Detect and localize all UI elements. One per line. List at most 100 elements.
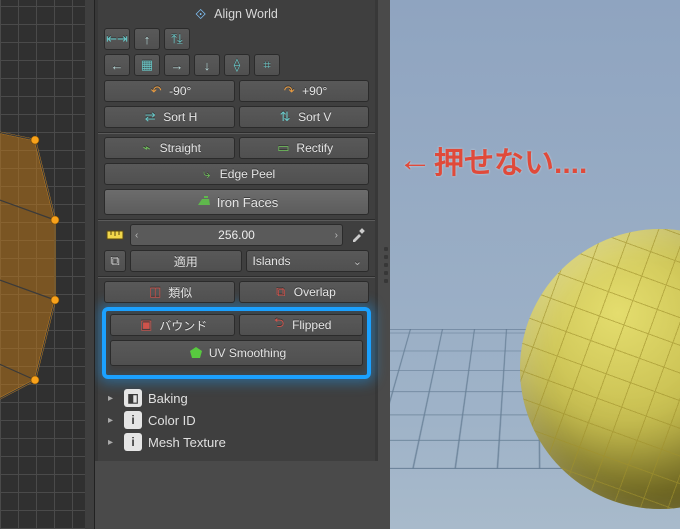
rotate-cw-icon: ↷: [280, 82, 298, 100]
flipped-icon: ⮌: [270, 316, 288, 334]
chevron-down-icon: ⌄: [353, 255, 362, 268]
tree-item-mesh-texture[interactable]: ▸ i Mesh Texture: [108, 431, 369, 453]
align-extra-2-button[interactable]: ⌗: [254, 54, 280, 76]
rotate-cw-button[interactable]: ↷ +90°: [239, 80, 370, 102]
rotate-cw-label: +90°: [302, 84, 327, 98]
flipped-button[interactable]: ⮌ Flipped: [239, 314, 364, 336]
uv-smoothing-button[interactable]: UV Smoothing: [110, 340, 363, 366]
sort-h-label: Sort H: [163, 110, 197, 124]
check-row-1: ◫ 類似 ⧉ Overlap: [104, 281, 369, 303]
flipped-label: Flipped: [292, 318, 331, 332]
edge-peel-label: Edge Peel: [220, 167, 275, 181]
align-dist-h-button[interactable]: ⇤⇥: [104, 28, 130, 50]
baking-icon: ◧: [124, 389, 142, 407]
iron-faces-row: Iron Faces: [104, 189, 369, 215]
straight-button[interactable]: ⌁ Straight: [104, 137, 235, 159]
sort-v-label: Sort V: [298, 110, 331, 124]
mesh-texture-label: Mesh Texture: [148, 435, 226, 450]
separator-1: [98, 132, 375, 133]
bound-label: バウンド: [159, 317, 207, 334]
overlap-icon: ⧉: [272, 283, 290, 301]
tool-panel: ⟐ Align World ⇤⇥ ↑ ⤒⤓ ← ▦ → ↓ ⟠ ⌗ ↶ -90°…: [85, 0, 390, 529]
mesh-texture-icon: i: [124, 433, 142, 451]
arrow-left-icon: ←: [398, 143, 432, 177]
rectify-button[interactable]: ▭ Rectify: [239, 137, 370, 159]
check-row-2: ▣ バウンド ⮌ Flipped: [110, 314, 363, 336]
sort-v-icon: ⇅: [276, 108, 294, 126]
caret-icon: ▸: [108, 415, 118, 426]
edge-peel-button[interactable]: ⤷ Edge Peel: [104, 163, 369, 185]
align-world-icon: ⟐: [195, 6, 206, 23]
sort-v-button[interactable]: ⇅ Sort V: [239, 106, 370, 128]
baking-label: Baking: [148, 391, 188, 406]
caret-icon: ▸: [108, 393, 118, 404]
straight-label: Straight: [160, 141, 201, 155]
annotation-cannot-press: ← 押せない....: [398, 138, 587, 182]
copy-button[interactable]: ⧉: [104, 250, 126, 272]
bound-button[interactable]: ▣ バウンド: [110, 314, 235, 336]
uv-smoothing-row: UV Smoothing: [110, 340, 363, 366]
straight-icon: ⌁: [138, 139, 156, 157]
color-id-label: Color ID: [148, 413, 196, 428]
separator-2: [98, 219, 375, 220]
uv-editor-area: [0, 0, 85, 529]
apply-button[interactable]: 適用: [130, 250, 242, 272]
align-right-button[interactable]: →: [164, 54, 190, 76]
eyedropper-icon: [349, 226, 367, 244]
iron-faces-label: Iron Faces: [217, 195, 278, 210]
panel-resize-handle[interactable]: [85, 0, 95, 529]
align-down-button[interactable]: ↓: [194, 54, 220, 76]
apply-label: 適用: [174, 253, 198, 270]
tree-item-color-id[interactable]: ▸ i Color ID: [108, 409, 369, 431]
rotate-ccw-icon: ↶: [147, 82, 165, 100]
viewport-3d[interactable]: [390, 0, 680, 529]
iron-icon: [195, 193, 213, 211]
overlap-label: Overlap: [294, 285, 336, 299]
separator-3: [98, 276, 375, 277]
panel-grip[interactable]: [384, 0, 388, 529]
apply-mode-row: ⧉ 適用 Islands ⌄: [104, 250, 369, 272]
similar-button[interactable]: ◫ 類似: [104, 281, 235, 303]
increment-chevron[interactable]: ›: [335, 230, 338, 241]
sort-row: ⇄ Sort H ⇅ Sort V: [104, 106, 369, 128]
overlap-button[interactable]: ⧉ Overlap: [239, 281, 370, 303]
tree-item-baking[interactable]: ▸ ◧ Baking: [108, 387, 369, 409]
align-extra-1-button[interactable]: ⟠: [224, 54, 250, 76]
size-value: 256.00: [218, 228, 255, 242]
align-world-header[interactable]: ⟐ Align World: [104, 4, 369, 24]
copy-icon: ⧉: [106, 252, 124, 270]
size-row: ‹ 256.00 ›: [104, 224, 369, 246]
similar-icon: ◫: [146, 283, 164, 301]
align-direction-row-2: ← ▦ → ↓ ⟠ ⌗: [104, 54, 369, 76]
mesh-sphere[interactable]: [520, 229, 680, 509]
size-field[interactable]: ‹ 256.00 ›: [130, 224, 343, 246]
bound-icon: ▣: [137, 316, 155, 334]
sort-h-icon: ⇄: [141, 108, 159, 126]
color-id-icon: i: [124, 411, 142, 429]
mode-dropdown[interactable]: Islands ⌄: [246, 250, 370, 272]
align-dist-v-button[interactable]: ⤒⤓: [164, 28, 190, 50]
uv-smoothing-label: UV Smoothing: [209, 346, 286, 360]
align-left-button[interactable]: ←: [104, 54, 130, 76]
mode-value: Islands: [253, 254, 291, 268]
straight-rectify-row: ⌁ Straight ▭ Rectify: [104, 137, 369, 159]
highlighted-region: ▣ バウンド ⮌ Flipped UV Smoothing: [102, 307, 371, 379]
rotate-ccw-button[interactable]: ↶ -90°: [104, 80, 235, 102]
edge-peel-row: ⤷ Edge Peel: [104, 163, 369, 185]
sort-h-button[interactable]: ⇄ Sort H: [104, 106, 235, 128]
similar-label: 類似: [168, 284, 192, 301]
annotation-text: 押せない....: [434, 138, 587, 182]
edge-peel-icon: ⤷: [198, 165, 216, 183]
align-world-label: Align World: [214, 7, 278, 21]
rectify-label: Rectify: [296, 141, 333, 155]
align-center-button[interactable]: ▦: [134, 54, 160, 76]
rotate-row: ↶ -90° ↷ +90°: [104, 80, 369, 102]
align-dist-up-button[interactable]: ↑: [134, 28, 160, 50]
eyedropper-button[interactable]: [347, 224, 369, 246]
align-direction-row-1: ⇤⇥ ↑ ⤒⤓: [104, 28, 369, 50]
iron-faces-button[interactable]: Iron Faces: [104, 189, 369, 215]
uv-smoothing-icon: [187, 344, 205, 362]
decrement-chevron[interactable]: ‹: [135, 230, 138, 241]
rotate-ccw-label: -90°: [169, 84, 191, 98]
rectify-icon: ▭: [274, 139, 292, 157]
